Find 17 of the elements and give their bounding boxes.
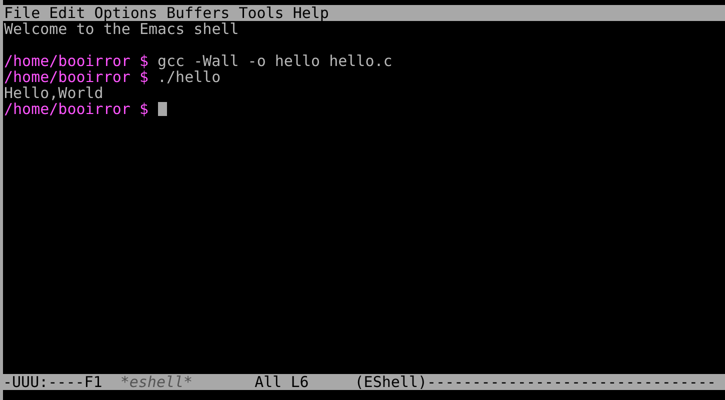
shell-output: Hello,World <box>4 85 104 101</box>
major-mode: (EShell)-------------------------------- <box>354 374 716 390</box>
buffer-status: -UUU:----F1 <box>3 374 102 390</box>
shell-prompt: /home/booirror $ <box>4 101 148 117</box>
buffer-name: *eshell* <box>120 374 193 390</box>
menu-item[interactable]: Tools <box>238 5 284 21</box>
shell-command: ./hello <box>158 69 221 85</box>
shell-prompt: /home/booirror $ <box>4 53 148 69</box>
buffer-position: All L6 <box>254 374 309 390</box>
menu-item[interactable]: File <box>4 5 40 21</box>
menu-item[interactable]: Edit <box>49 5 86 21</box>
shell-command: gcc -Wall -o hello hello.c <box>158 53 392 69</box>
menu-item[interactable]: Options <box>94 5 158 21</box>
shell-prompt: /home/booirror $ <box>4 69 148 85</box>
menu-item[interactable]: Buffers <box>166 5 230 21</box>
menu-item[interactable]: Help <box>292 5 329 21</box>
shell-output: Welcome to the Emacs shell <box>4 21 239 37</box>
